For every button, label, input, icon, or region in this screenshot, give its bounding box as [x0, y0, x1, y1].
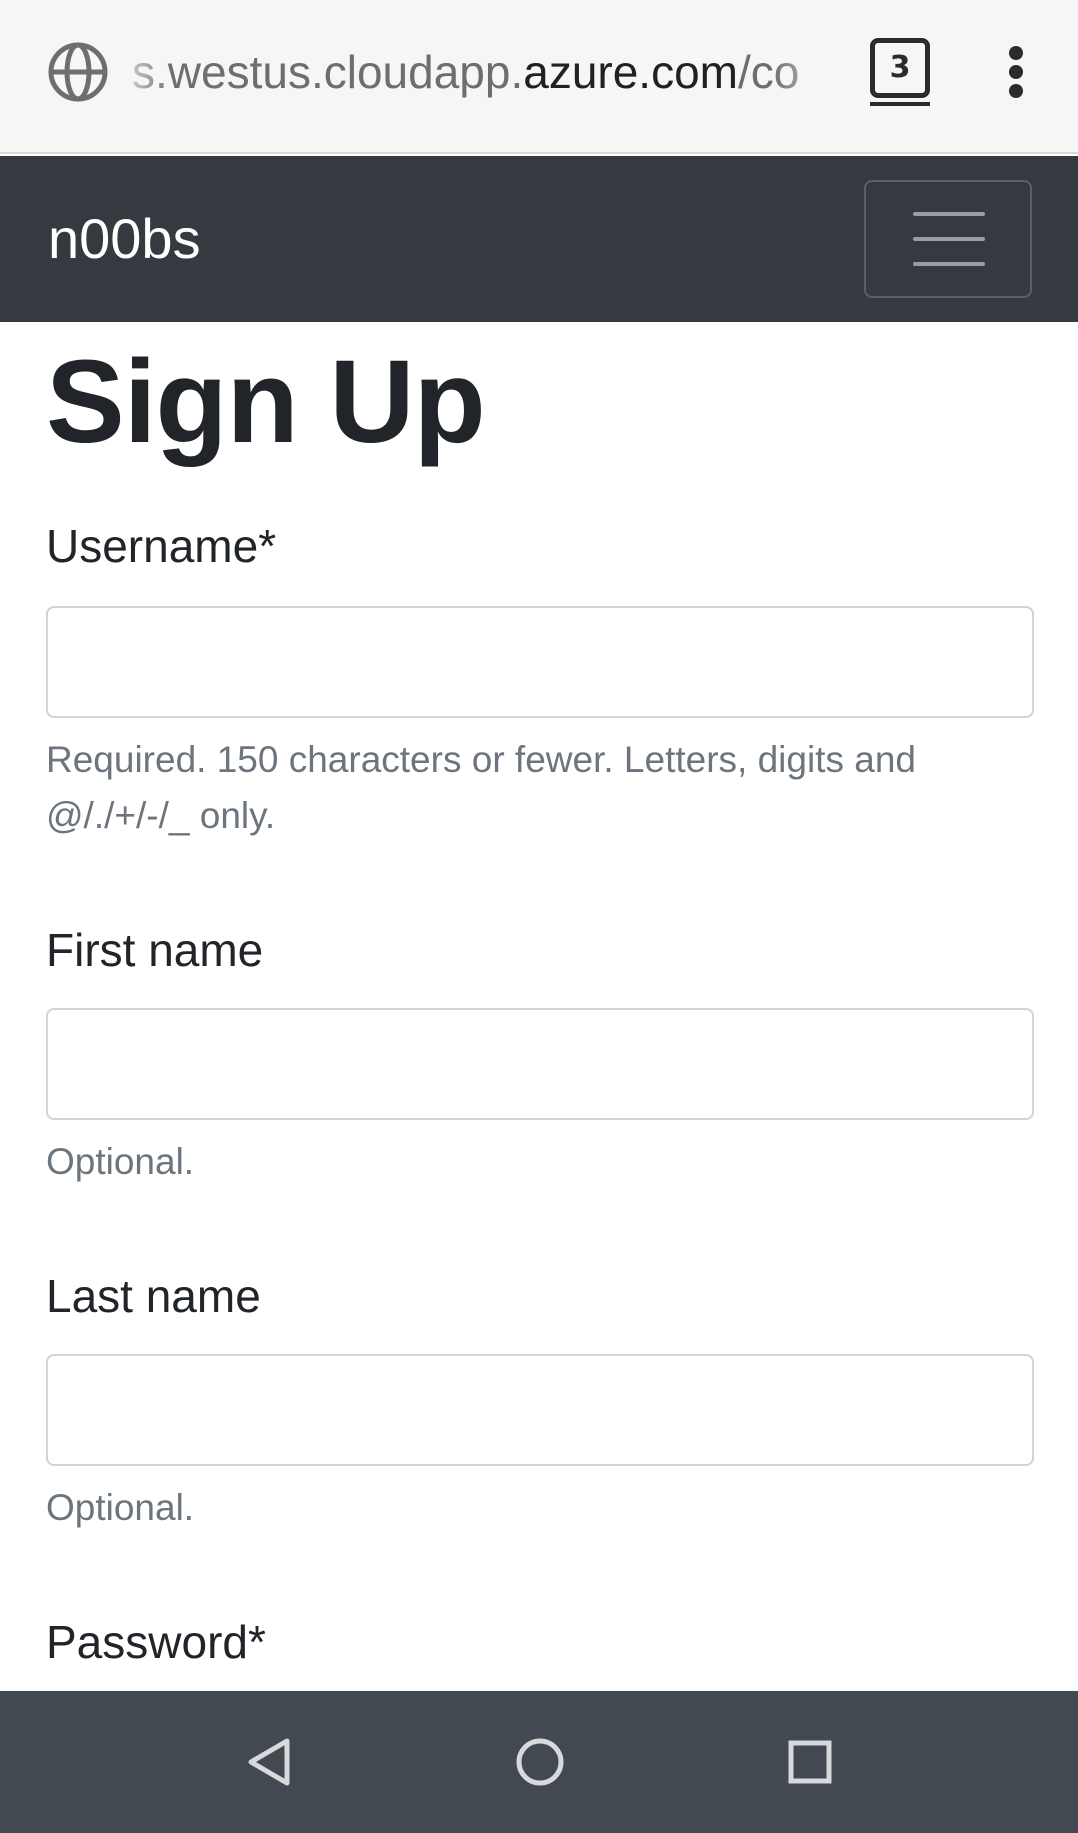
url-suffix: /co [737, 46, 800, 98]
recents-icon[interactable] [783, 1735, 837, 1789]
home-icon[interactable] [513, 1735, 567, 1789]
back-icon[interactable] [243, 1735, 297, 1789]
password-label: Password* [46, 1616, 266, 1668]
browser-toolbar: s.westus.cloudapp.azure.com/co 3 [0, 0, 1078, 154]
username-label: Username* [46, 520, 277, 572]
url-host: azure.com [523, 46, 738, 98]
page-title: Sign Up [46, 336, 486, 468]
username-help-line-2: @/./+/-/_ only. [46, 795, 276, 836]
hamburger-icon[interactable] [864, 180, 1032, 298]
last-name-input[interactable] [46, 1354, 1034, 1466]
username-help-line-1: Required. 150 characters or fewer. Lette… [46, 739, 916, 780]
last-name-help-text: Optional. [46, 1487, 195, 1528]
site-navbar: n00bs [0, 156, 1078, 322]
more-vert-icon[interactable] [996, 44, 1036, 100]
tab-switcher-underline [870, 102, 930, 106]
url-prefix: s.westus.cloudapp. [132, 46, 524, 98]
first-name-help-text: Optional. [46, 1141, 195, 1182]
first-name-label: First name [46, 924, 264, 976]
tab-switcher-icon[interactable]: 3 [870, 38, 930, 98]
globe-icon[interactable] [46, 40, 110, 104]
first-name-input[interactable] [46, 1008, 1034, 1120]
system-navigation-bar [0, 1691, 1078, 1833]
last-name-label: Last name [46, 1270, 261, 1322]
username-help-text: Required. 150 characters or fewer. Lette… [46, 732, 1006, 844]
username-input[interactable] [46, 606, 1034, 718]
address-bar[interactable]: s.westus.cloudapp.azure.com/co [132, 44, 838, 100]
navbar-brand[interactable]: n00bs [48, 206, 201, 272]
